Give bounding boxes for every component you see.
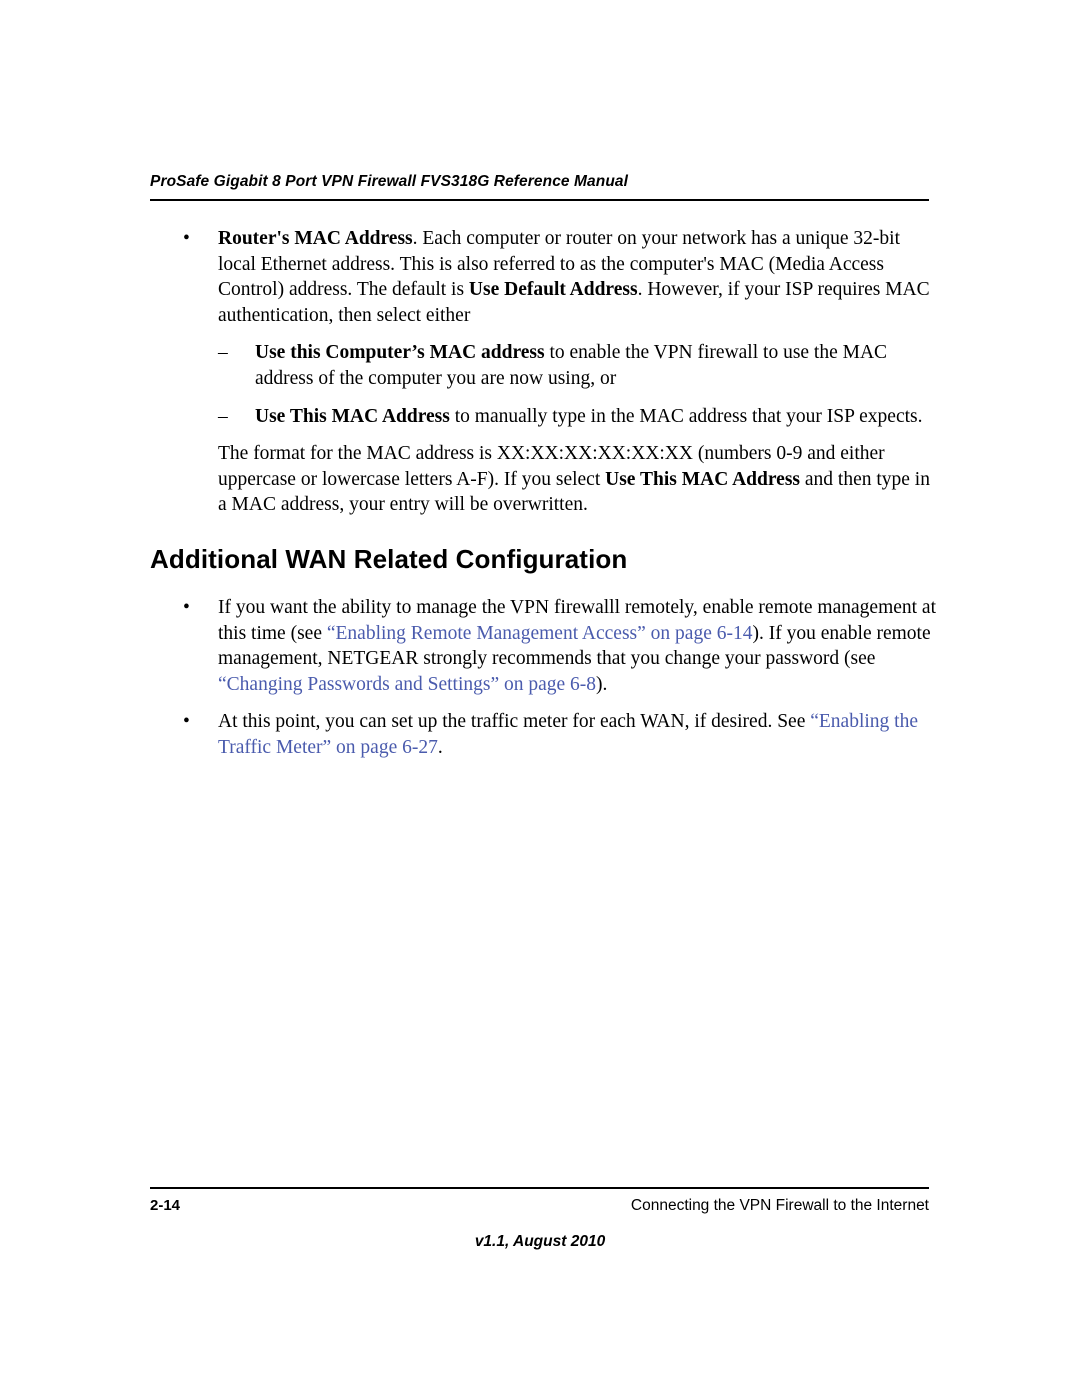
footer-divider — [150, 1187, 929, 1189]
dash-marker: – — [218, 342, 228, 364]
list-item-routers-mac-address: • Router's MAC Address. Each computer or… — [150, 226, 940, 328]
term-use-default-address: Use Default Address — [468, 279, 638, 301]
term-routers-mac-address: Router's MAC Address — [218, 228, 413, 249]
page-content: • Router's MAC Address. Each computer or… — [150, 226, 940, 761]
item2-text-part3: ). — [596, 673, 608, 695]
list-item-use-this-mac-address: – Use This MAC Address to manually type … — [150, 404, 940, 430]
cross-reference-changing-passwords[interactable]: “Changing Passwords and Settings” on pag… — [218, 674, 596, 695]
item3-text-part1: At this point, you can set up the traffi… — [218, 711, 811, 733]
paragraph-mac-format: The format for the MAC address is XX:XX:… — [150, 441, 940, 518]
list-item-remote-management: • If you want the ability to manage the … — [150, 595, 940, 697]
section-heading-additional-wan: Additional WAN Related Configuration — [150, 543, 628, 574]
list-item-use-this-computers-mac: – Use this Computer’s MAC address to ena… — [150, 340, 940, 391]
bullet-marker: • — [183, 596, 190, 618]
header-divider — [150, 199, 929, 201]
list-item-traffic-meter: • At this point, you can set up the traf… — [150, 709, 940, 760]
bullet-marker: • — [183, 711, 190, 733]
dash-marker: – — [218, 405, 228, 427]
term-use-this-computers-mac: Use this Computer’s MAC address — [255, 342, 545, 364]
cross-reference-enabling-remote-management[interactable]: “Enabling Remote Management Access” on p… — [327, 623, 753, 644]
sub2-text: to manually type in the MAC address that… — [449, 405, 923, 427]
item3-text-part2: . — [437, 736, 443, 758]
term-use-this-mac-address: Use This MAC Address — [255, 405, 450, 427]
document-page: ProSafe Gigabit 8 Port VPN Firewall FVS3… — [0, 0, 1080, 1397]
running-header: ProSafe Gigabit 8 Port VPN Firewall FVS3… — [150, 173, 629, 190]
bullet-marker: • — [183, 228, 190, 249]
term-use-this-mac-address-2: Use This MAC Address — [605, 468, 800, 490]
footer-chapter-title: Connecting the VPN Firewall to the Inter… — [630, 1197, 929, 1214]
footer-version: v1.1, August 2010 — [474, 1233, 606, 1250]
